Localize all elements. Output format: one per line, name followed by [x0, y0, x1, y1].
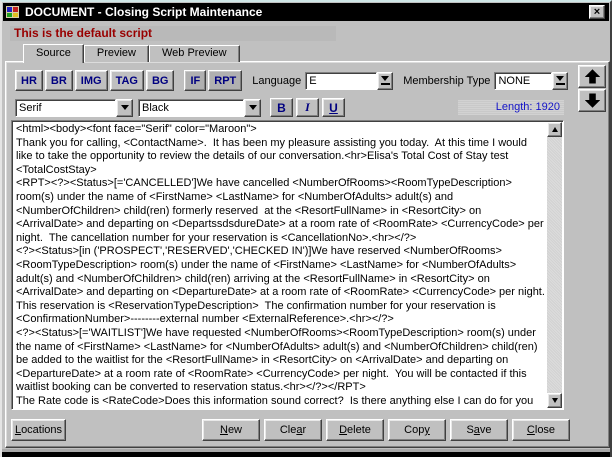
language-input[interactable]: E [305, 72, 377, 90]
move-down-icon[interactable] [578, 89, 606, 112]
locations-button[interactable]: Locations [11, 419, 66, 441]
tab-strip: Source Preview Web Preview [23, 44, 240, 62]
bg-tag-button[interactable]: BG [146, 70, 175, 91]
br-tag-button[interactable]: BR [45, 70, 73, 91]
scrollbar-up-icon[interactable] [547, 122, 562, 137]
img-tag-button[interactable]: IMG [75, 70, 108, 91]
script-editor[interactable]: <html><body><font face="Serif" color="Ma… [11, 120, 564, 410]
script-text[interactable]: <html><body><font face="Serif" color="Ma… [13, 122, 547, 408]
save-button[interactable]: Save [450, 419, 508, 441]
font-family-select[interactable]: Serif [15, 99, 116, 117]
window-title: DOCUMENT - Closing Script Maintenance [25, 5, 262, 19]
title-bar: DOCUMENT - Closing Script Maintenance × [3, 3, 609, 21]
copy-button[interactable]: Copy [388, 419, 446, 441]
language-label: Language [252, 75, 301, 87]
if-tag-button[interactable]: IF [184, 70, 206, 91]
membership-dropdown-icon[interactable] [552, 72, 568, 90]
length-value: 1920 [536, 101, 560, 113]
clear-button[interactable]: Clear [264, 419, 322, 441]
membership-type-label: Membership Type [403, 75, 490, 87]
app-icon [6, 5, 20, 19]
scrollbar-down-icon[interactable] [547, 393, 562, 408]
move-up-icon[interactable] [578, 65, 606, 88]
delete-button[interactable]: Delete [326, 419, 384, 441]
rpt-tag-button[interactable]: RPT [208, 70, 242, 91]
tab-preview[interactable]: Preview [84, 45, 149, 62]
closing-script-maintenance-window: DOCUMENT - Closing Script Maintenance × … [0, 0, 612, 457]
length-indicator: Length: 1920 [458, 100, 564, 115]
new-button[interactable]: New [202, 419, 260, 441]
font-color-dropdown-icon[interactable] [244, 99, 261, 117]
language-dropdown-icon[interactable] [377, 72, 393, 90]
close-icon[interactable]: × [589, 5, 605, 19]
close-button[interactable]: Close [512, 419, 570, 441]
tag-toolbar: HR BR IMG TAG BG IF RPT Language E Membe… [15, 70, 568, 91]
hr-tag-button[interactable]: HR [15, 70, 43, 91]
font-color-select[interactable]: Black [138, 99, 244, 117]
editor-scrollbar[interactable] [547, 122, 562, 408]
bold-button[interactable]: B [270, 98, 293, 117]
membership-type-input[interactable]: NONE [494, 72, 552, 90]
reorder-controls [578, 65, 606, 113]
tag-tag-button[interactable]: TAG [110, 70, 144, 91]
italic-button[interactable]: I [296, 98, 319, 117]
bottom-black-band [2, 452, 612, 457]
default-script-banner: This is the default script [10, 26, 336, 41]
command-bar: Locations New Clear Delete Copy Save Clo… [6, 419, 609, 443]
source-tab-panel: HR BR IMG TAG BG IF RPT Language E Membe… [5, 61, 610, 448]
tab-source[interactable]: Source [23, 44, 84, 63]
underline-button[interactable]: U [322, 98, 345, 117]
font-toolbar: Serif Black B I U [15, 98, 348, 117]
font-family-dropdown-icon[interactable] [116, 99, 133, 117]
tab-web-preview[interactable]: Web Preview [149, 45, 240, 62]
